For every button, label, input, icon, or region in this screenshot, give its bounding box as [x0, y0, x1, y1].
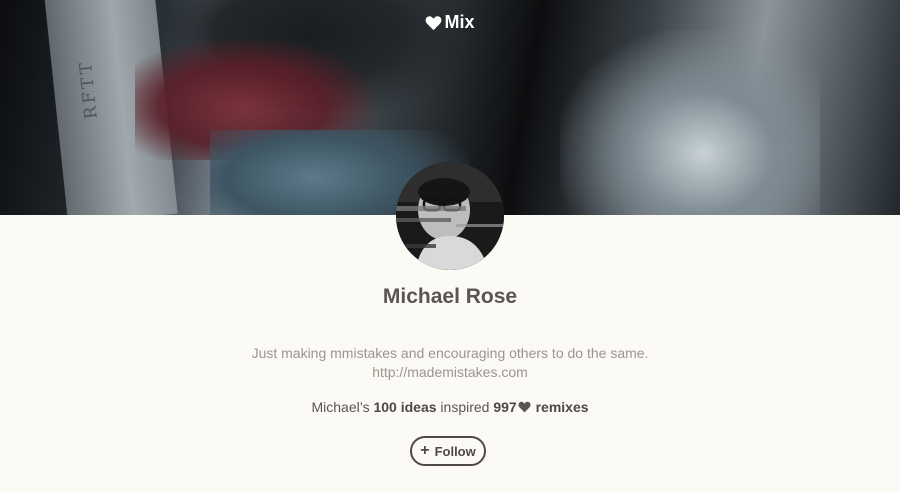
- follow-label: Follow: [434, 443, 476, 459]
- brand-logo-link[interactable]: Mix: [0, 12, 900, 33]
- avatar[interactable]: [396, 162, 504, 270]
- profile-bio: Just making mmistakes and encouraging ot…: [251, 345, 649, 361]
- cover-face: [560, 30, 820, 215]
- stats-ideas[interactable]: 100 ideas: [373, 399, 436, 415]
- profile-bio-block: Just making mmistakes and encouraging ot…: [0, 344, 900, 382]
- heart-icon: [426, 15, 442, 30]
- stats-inspired: inspired: [440, 399, 490, 415]
- profile-website-link[interactable]: http://mademistakes.com: [0, 363, 900, 382]
- plus-icon: +: [420, 442, 430, 459]
- heart-icon: [518, 401, 531, 413]
- avatar-photo: [396, 162, 504, 270]
- profile-name: Michael Rose: [382, 285, 518, 308]
- stats-owner: Michael’s: [311, 399, 370, 415]
- follow-button[interactable]: + Follow: [410, 436, 486, 466]
- stats-remix-count: 997: [493, 399, 517, 415]
- profile-stats: Michael’s 100 ideas inspired 997 remixes: [0, 399, 900, 415]
- stats-remixes[interactable]: remixes: [536, 399, 589, 415]
- brand-label: Mix: [444, 12, 475, 32]
